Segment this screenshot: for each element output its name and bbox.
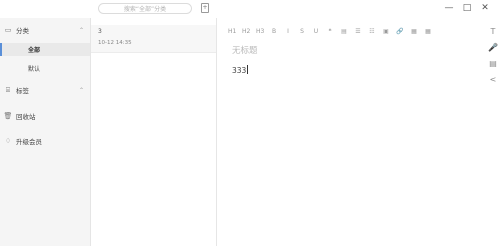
chevron-up-icon[interactable]: ⌃ [79, 27, 84, 34]
sidebar-tags-label: 标签 [16, 87, 29, 95]
list-item[interactable] [91, 25, 216, 53]
grid-button[interactable]: ▦ [424, 27, 432, 37]
sidebar-category-label: 分类 [16, 27, 29, 35]
heading1-button[interactable]: H1 [228, 27, 236, 37]
sidebar-tags[interactable]: ⌸ 标签 ⌃ [3, 84, 88, 96]
diamond-icon: ♢ [4, 137, 12, 145]
note-body[interactable]: 333 [232, 65, 249, 75]
share-icon[interactable]: < [488, 75, 498, 85]
ordered-list-button[interactable]: ☷ [368, 27, 376, 37]
text-cursor [247, 65, 249, 74]
quote-button[interactable]: ❝ [326, 27, 334, 37]
sidebar-upgrade-label: 升级会员 [16, 138, 42, 146]
bullet-list-button[interactable]: ☰ [354, 27, 362, 37]
document-icon[interactable]: ▤ [488, 59, 498, 69]
trash-icon: 🗑 [3, 112, 13, 120]
text-style-icon[interactable]: T [488, 27, 498, 37]
search-input[interactable]: 搜索“全部”分类 [98, 3, 192, 14]
code-button[interactable]: ▤ [340, 27, 348, 37]
sidebar-trash-label: 回收站 [16, 113, 36, 121]
chevron-up-icon[interactable]: ⌃ [79, 87, 84, 94]
editor-toolbar: H1 H2 H3 B I S U ❝ ▤ ☰ ☷ ▣ 🔗 ▦ ▦ [228, 26, 432, 38]
sidebar-item-default[interactable]: 默认 [0, 62, 90, 75]
microphone-icon[interactable]: 🎤 [488, 43, 498, 53]
note-title-input[interactable]: 无标题 [232, 44, 258, 56]
sidebar-item-all-label: 全部 [28, 47, 41, 54]
sidebar-item-default-label: 默认 [28, 66, 41, 73]
underline-button[interactable]: U [312, 27, 320, 37]
tag-icon: ⌸ [5, 85, 11, 94]
table-button[interactable]: ▦ [410, 27, 418, 37]
italic-button[interactable]: I [284, 27, 292, 37]
note-title: 3 [98, 28, 102, 35]
strike-button[interactable]: S [298, 27, 306, 37]
search-placeholder: 搜索“全部”分类 [123, 6, 167, 13]
note-body-text: 333 [232, 66, 247, 75]
sidebar-trash[interactable]: 🗑 回收站 [3, 110, 88, 122]
image-button[interactable]: ▣ [382, 27, 390, 37]
heading2-button[interactable]: H2 [242, 27, 250, 37]
sidebar-category[interactable]: ▭ 分类 ⌃ [3, 24, 88, 36]
minimize-icon[interactable]: — [443, 2, 455, 14]
sidebar-item-all[interactable]: 全部 [0, 43, 90, 56]
note-date: 10-12 14:35 [98, 40, 132, 46]
folder-icon: ▭ [4, 26, 12, 34]
heading3-button[interactable]: H3 [256, 27, 264, 37]
close-icon[interactable]: ✕ [479, 2, 491, 14]
top-bar [0, 0, 499, 18]
sidebar-upgrade[interactable]: ♢ 升级会员 [3, 135, 88, 147]
bold-button[interactable]: B [270, 27, 278, 37]
link-button[interactable]: 🔗 [396, 27, 404, 37]
maximize-icon[interactable]: □ [461, 2, 473, 14]
new-note-icon[interactable]: + [201, 3, 209, 13]
